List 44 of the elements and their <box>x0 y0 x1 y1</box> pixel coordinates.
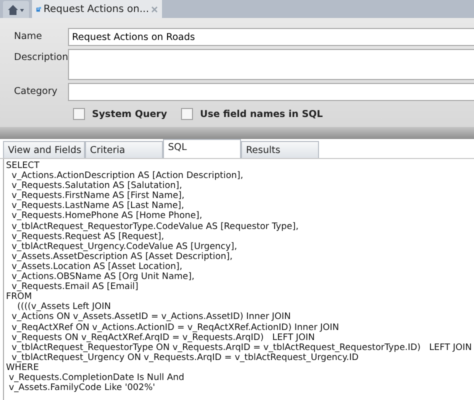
checkbox-label: System Query <box>92 108 168 120</box>
code-line: v_Requests.Salutation AS [Salutation], <box>10 181 182 192</box>
input-field[interactable] <box>68 83 474 101</box>
code-line: ((((v_Assets Left JOIN <box>17 302 112 312</box>
code-line: v_Requests.Email AS [Email] <box>12 282 140 292</box>
code-line: v_tblActRequest_RequestorType ON v_Requests.ArqID = v_tblActRequest_RequestorType.ID) LEFT JOIN <box>10 342 473 353</box>
sql-editor[interactable] <box>3 159 474 400</box>
code-line: v_Requests.LastName AS [Last Name], <box>10 201 184 212</box>
tab[interactable]: Results <box>241 141 319 158</box>
code-line: v_Assets.FamilyCode Like '002%' <box>8 383 156 394</box>
house-icon <box>7 4 25 16</box>
text-area[interactable] <box>68 49 474 80</box>
field-label: Description <box>13 51 68 63</box>
code-line: SELECT <box>6 161 40 171</box>
tab-title: Request Actions on... <box>44 4 149 14</box>
code-line: v_Actions ON v_Assets.AssetID = v_Actions.AssetID) Inner JOIN <box>10 312 292 322</box>
field-label: Category <box>13 85 58 97</box>
code-line: v_Requests ON v_ReqActXRef.ArqID = v_Requests.ArqID) LEFT JOIN <box>10 332 316 343</box>
code-line: v_tblActRequest_RequestorType.CodeValue AS [Requestor Type], <box>10 222 300 232</box>
code-line: v_ReqActXRef ON v_Actions.ActionID = v_ReqActXRef.ActionID) Inner JOIN <box>10 322 340 333</box>
code-line: v_tblActRequest_Urgency.CodeValue AS [Urgency], <box>10 242 238 252</box>
tab[interactable]: SQL <box>163 139 241 158</box>
code-line: v_Actions.OBSName AS [Org Unit Name], <box>10 272 196 282</box>
code-line: FROM <box>6 292 32 302</box>
code-line: v_Requests.FirstName AS [First Name], <box>10 191 186 202</box>
document-tab[interactable]: Request Actions on... <box>32 0 162 18</box>
input-field[interactable]: Request Actions on Roads <box>68 28 474 46</box>
code-line: v_tblActRequest_Urgency ON v_Requests.ArqID = v_tblActRequest_Urgency.ID <box>10 352 360 363</box>
splitter-bar[interactable] <box>0 127 474 139</box>
checkbox[interactable] <box>73 108 85 120</box>
code-line: WHERE <box>6 362 40 373</box>
tab[interactable]: View and Fields <box>3 141 85 158</box>
field-label: Name <box>13 30 44 42</box>
code-line: v_Requests.CompletionDate Is Null And <box>8 372 186 383</box>
checkbox-label: Use field names in SQL <box>200 108 323 120</box>
tab[interactable]: Criteria <box>85 141 163 158</box>
code-line: v_Requests.Request AS [Request], <box>10 232 166 242</box>
code-line: v_Assets.Location AS [Asset Location], <box>10 262 184 272</box>
code-line: v_Actions.ActionDescription AS [Action Description], <box>10 171 244 182</box>
close-icon[interactable] <box>151 6 158 12</box>
code-line: v_Requests.HomePhone AS [Home Phone], <box>10 211 204 222</box>
home-menu-button[interactable] <box>3 1 29 18</box>
checkbox[interactable] <box>181 108 194 120</box>
code-line: v_Assets.AssetDescription AS [Asset Description], <box>10 252 234 262</box>
